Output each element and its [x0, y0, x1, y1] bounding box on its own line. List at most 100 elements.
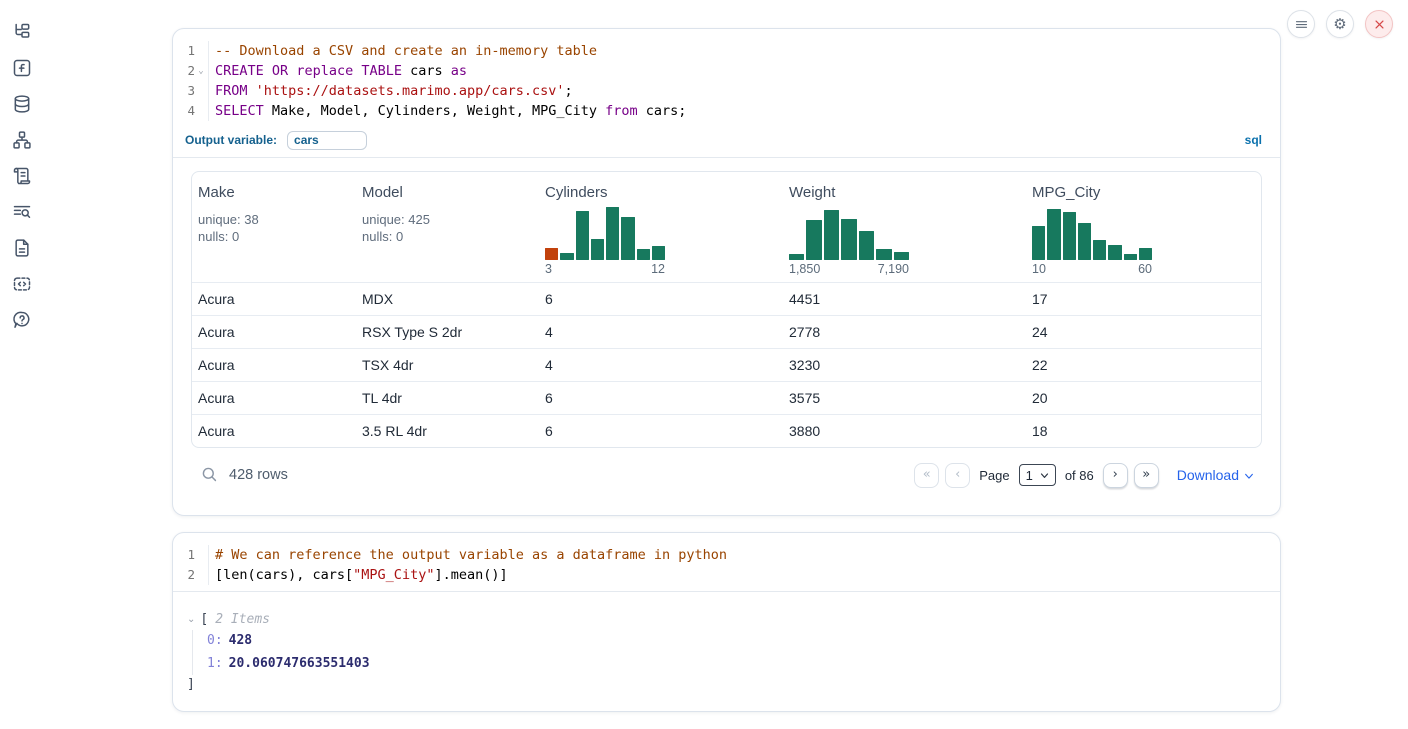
- code-token: 'https://datasets.marimo.app/cars.csv': [256, 83, 565, 99]
- histogram-bar: [824, 210, 839, 260]
- python-output: ⌄ [ 2 Items 0:4281:20.060747663551403 ]: [173, 591, 1280, 695]
- window-controls: ⚙: [1287, 10, 1393, 38]
- table-row[interactable]: AcuraTL 4dr6357520: [192, 381, 1261, 414]
- snippets-icon[interactable]: [12, 274, 32, 294]
- item-index: 1:: [207, 656, 223, 671]
- histogram-bar: [1108, 245, 1121, 260]
- histogram-bars: [1032, 207, 1152, 260]
- page-total-label: of 86: [1065, 468, 1094, 483]
- code-token: cars;: [638, 103, 687, 119]
- search-icon[interactable]: [199, 465, 219, 485]
- next-page-button[interactable]: ›: [1103, 463, 1128, 488]
- histogram-axis: 312: [545, 262, 665, 276]
- sql-code-editor[interactable]: 1 -- Download a CSV and create an in-memo…: [173, 29, 1280, 127]
- table-cell: TSX 4dr: [356, 357, 539, 373]
- chevron-down-icon: [1040, 471, 1049, 480]
- table-cell: 2778: [783, 324, 1026, 340]
- histogram-bar: [652, 246, 665, 260]
- histogram-bar: [621, 217, 634, 260]
- column-stats: unique: 38nulls: 0: [198, 211, 356, 245]
- table-row[interactable]: Acura3.5 RL 4dr6388018: [192, 414, 1261, 447]
- fold-chevron-icon[interactable]: ⌄: [195, 61, 207, 81]
- output-tree-header: ⌄ [ 2 Items: [187, 608, 1280, 630]
- table-cell: Acura: [192, 390, 356, 406]
- gear-icon[interactable]: ⚙: [1326, 10, 1354, 38]
- code-token: [264, 63, 272, 79]
- database-icon[interactable]: [12, 94, 32, 114]
- download-label: Download: [1177, 467, 1239, 483]
- close-bracket: ]: [187, 675, 1280, 695]
- histogram-bar: [789, 254, 804, 260]
- histogram-axis: 1,8507,190: [789, 262, 909, 276]
- code-line: 4SELECT Make, Model, Cylinders, Weight, …: [173, 101, 1280, 121]
- column-header-model[interactable]: Modelunique: 425nulls: 0: [356, 184, 539, 276]
- line-number: 2: [173, 565, 195, 585]
- axis-tick-label: 1,850: [789, 262, 820, 276]
- code-token: # We can reference the output variable a…: [215, 547, 727, 563]
- table-row[interactable]: AcuraMDX6445117: [192, 282, 1261, 315]
- column-name: Model: [362, 184, 539, 201]
- document-icon[interactable]: [12, 238, 32, 258]
- line-number: 1: [173, 41, 195, 61]
- item-value: 428: [229, 633, 252, 648]
- logs-search-icon[interactable]: [12, 202, 32, 222]
- histogram-bar: [637, 249, 650, 260]
- output-variable-row: Output variable: sql: [173, 127, 1280, 158]
- scroll-icon[interactable]: [12, 166, 32, 186]
- table-cell: 4: [539, 357, 783, 373]
- column-stat: nulls: 0: [198, 228, 356, 245]
- table-cell: 3.5 RL 4dr: [356, 423, 539, 439]
- column-name: Weight: [789, 184, 1026, 201]
- code-token: ].mean()]: [434, 567, 507, 583]
- histogram-bar: [606, 207, 619, 260]
- open-bracket: [: [200, 612, 208, 627]
- column-header-cylinders[interactable]: Cylinders312: [539, 184, 783, 276]
- table-body: AcuraMDX6445117AcuraRSX Type S 2dr427782…: [192, 282, 1261, 447]
- python-code-editor[interactable]: 1 # We can reference the output variable …: [173, 533, 1280, 591]
- table-row[interactable]: AcuraRSX Type S 2dr4277824: [192, 315, 1261, 348]
- file-tree-icon[interactable]: [12, 22, 32, 42]
- fold-spacer: [195, 101, 207, 121]
- column-header-weight[interactable]: Weight 1,8507,190: [783, 184, 1026, 276]
- code-token: cars: [402, 63, 451, 79]
- column-stat: unique: 425: [362, 211, 539, 228]
- item-count-label: 2 Items: [215, 612, 270, 627]
- table-cell: 20: [1026, 390, 1261, 406]
- histogram-bar: [1063, 212, 1076, 260]
- code-line: 2[len(cars), cars["MPG_City"].mean()]: [173, 565, 1280, 585]
- output-tree-items: 0:4281:20.060747663551403: [192, 630, 1280, 675]
- line-number: 1: [173, 545, 195, 565]
- close-icon[interactable]: [1365, 10, 1393, 38]
- table-cell: Acura: [192, 291, 356, 307]
- column-name: Make: [198, 184, 356, 201]
- histogram-bar: [591, 239, 604, 260]
- table-cell: 6: [539, 291, 783, 307]
- column-stat: unique: 38: [198, 211, 356, 228]
- function-square-icon[interactable]: [12, 58, 32, 78]
- column-header-make[interactable]: Make unique: 38nulls: 0: [192, 184, 356, 276]
- last-page-button[interactable]: »: [1134, 463, 1159, 488]
- download-button[interactable]: Download: [1177, 467, 1254, 483]
- result-table: Make unique: 38nulls: 0 Model unique: 425 nu…: [191, 171, 1262, 448]
- output-variable-input[interactable]: [287, 131, 367, 150]
- histogram-bar: [859, 231, 874, 260]
- page-select[interactable]: 1: [1019, 464, 1056, 486]
- histogram-bar: [1139, 248, 1152, 260]
- collapse-chevron-icon[interactable]: ⌄: [187, 614, 195, 625]
- table-row[interactable]: AcuraTSX 4dr4323022: [192, 348, 1261, 381]
- column-header-mpg_city[interactable]: MPG_City1060: [1026, 184, 1261, 276]
- first-page-button[interactable]: «: [914, 463, 939, 488]
- code-text: -- Download a CSV and create an in-memor…: [208, 41, 597, 61]
- help-chat-icon[interactable]: [12, 310, 32, 330]
- histogram-bar: [894, 252, 909, 260]
- axis-tick-label: 10: [1032, 262, 1046, 276]
- histogram-bars: [789, 207, 909, 260]
- python-cell: 1 # We can reference the output variable …: [172, 532, 1281, 712]
- code-token: SELECT: [215, 103, 264, 119]
- code-token: CREATE: [215, 63, 264, 79]
- axis-tick-label: 60: [1138, 262, 1152, 276]
- menu-icon[interactable]: [1287, 10, 1315, 38]
- previous-page-button[interactable]: ‹: [945, 463, 970, 488]
- dependency-graph-icon[interactable]: [12, 130, 32, 150]
- histogram-bar: [1124, 254, 1137, 260]
